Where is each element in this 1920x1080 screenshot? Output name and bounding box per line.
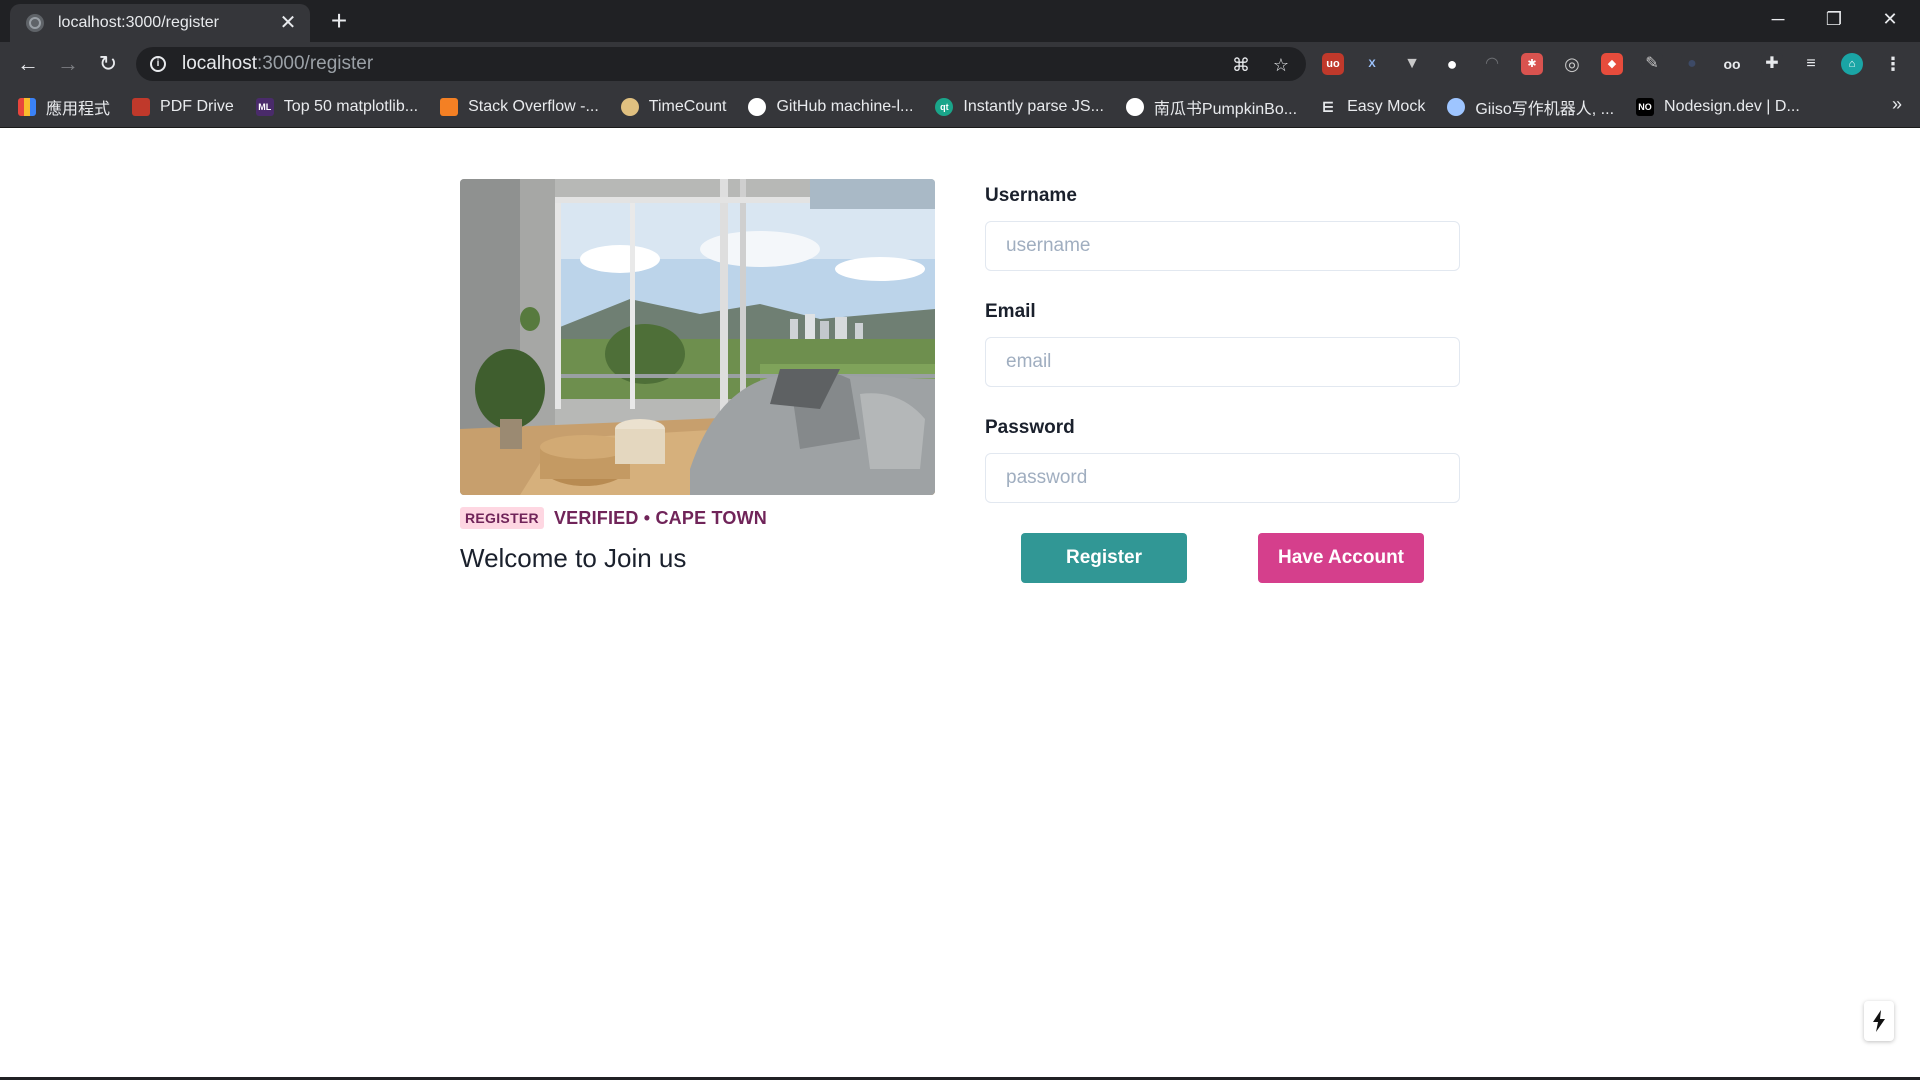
- bookmark-apps[interactable]: 應用程式: [18, 92, 118, 122]
- bookmark-label: PDF Drive: [160, 97, 234, 115]
- tab-close-icon[interactable]: ✕: [278, 13, 298, 33]
- browser-tab[interactable]: localhost:3000/register ✕: [10, 4, 310, 42]
- username-group: Username: [985, 185, 1460, 271]
- giiso-icon: [1447, 97, 1466, 116]
- location-text: VERIFIED • CAPE TOWN: [553, 507, 767, 528]
- tab-title: localhost:3000/register: [58, 14, 219, 31]
- back-icon[interactable]: ←: [14, 50, 42, 78]
- bookmark-parse-json[interactable]: qt Instantly parse JS...: [935, 92, 1112, 122]
- reload-icon[interactable]: ↻: [94, 50, 122, 78]
- register-button[interactable]: Register: [1021, 533, 1187, 583]
- bookmark-label: 南瓜书PumpkinBo...: [1153, 100, 1298, 118]
- bookmark-label: Top 50 matplotlib...: [283, 97, 419, 115]
- pen-icon[interactable]: ✎: [1641, 53, 1663, 75]
- bookmark-label: TimeCount: [648, 97, 727, 115]
- dice-icon[interactable]: ◆: [1601, 53, 1623, 75]
- bookmark-github[interactable]: GitHub machine-l...: [748, 92, 921, 122]
- username-label: Username: [985, 185, 1077, 206]
- headphones-icon[interactable]: ◠: [1481, 53, 1503, 75]
- bookmark-pdf-drive[interactable]: PDF Drive: [132, 92, 242, 122]
- timecount-icon: [620, 97, 639, 116]
- profile-avatar-icon[interactable]: ⌂: [1841, 53, 1863, 75]
- bookmark-label: Easy Mock: [1347, 97, 1426, 115]
- github-icon: [748, 97, 767, 116]
- form-actions: Register Have Account: [985, 533, 1460, 583]
- circle-extension-icon[interactable]: ●: [1441, 53, 1463, 75]
- vue-devtools-icon[interactable]: ▼: [1401, 53, 1423, 75]
- url-host: localhost: [182, 53, 257, 74]
- nodesign-icon: NO: [1636, 97, 1655, 116]
- bookmark-matplotlib[interactable]: ML Top 50 matplotlib...: [255, 92, 426, 122]
- reading-list-icon[interactable]: ≡: [1800, 53, 1822, 75]
- bookmark-stackoverflow[interactable]: Stack Overflow -...: [440, 92, 607, 122]
- target-icon[interactable]: ◎: [1561, 53, 1583, 75]
- red-extension-icon[interactable]: ✱: [1521, 53, 1543, 75]
- address-bar[interactable]: i localhost:3000/register ⌘ ☆: [136, 47, 1306, 81]
- x-extension-icon[interactable]: X: [1361, 53, 1383, 75]
- email-group: Email: [985, 301, 1460, 387]
- owl-icon[interactable]: oo: [1721, 53, 1743, 75]
- register-form: Username Email Password Register Have Ac…: [985, 185, 1460, 583]
- stackoverflow-icon: [440, 97, 459, 116]
- bookmarks-bar: 應用程式 PDF Drive ML Top 50 matplotlib... S…: [0, 86, 1920, 128]
- browser-toolbar: ← → ↻ i localhost:3000/register ⌘ ☆: [0, 42, 1920, 86]
- minimize-icon[interactable]: ─: [1750, 0, 1806, 38]
- bookmark-label: Nodesign.dev | D...: [1664, 97, 1800, 115]
- lightning-bolt-icon[interactable]: [1864, 1001, 1894, 1041]
- qt-icon: qt: [935, 97, 954, 116]
- username-input[interactable]: [985, 221, 1460, 271]
- tab-strip: localhost:3000/register ✕ + ─ ❐ ✕: [0, 0, 1920, 42]
- bookmark-star-icon[interactable]: ☆: [1270, 54, 1292, 76]
- page-favicon-icon: [26, 14, 44, 32]
- url-path: :3000/register: [257, 53, 374, 74]
- welcome-heading: Welcome to Join us: [460, 543, 687, 573]
- apps-grid-icon: [18, 97, 36, 116]
- bookmark-easy-mock[interactable]: ⋿ Easy Mock: [1319, 92, 1433, 122]
- bookmark-pumpkinbook[interactable]: 南瓜书PumpkinBo...: [1125, 92, 1305, 122]
- password-label: Password: [985, 417, 1075, 438]
- living-room-photo: [460, 179, 935, 495]
- bookmark-label: 應用程式: [46, 100, 111, 118]
- window-close-icon[interactable]: ✕: [1862, 0, 1918, 38]
- bookmark-label: Stack Overflow -...: [468, 97, 599, 115]
- pdf-drive-icon: [132, 97, 151, 116]
- page-content: REGISTER VERIFIED • CAPE TOWN Welcome to…: [0, 128, 1920, 1080]
- restore-icon[interactable]: ❐: [1806, 0, 1862, 38]
- listing-meta: REGISTER VERIFIED • CAPE TOWN: [460, 507, 935, 529]
- register-badge: REGISTER: [460, 507, 544, 529]
- email-input[interactable]: [985, 337, 1460, 387]
- welcome-card: REGISTER VERIFIED • CAPE TOWN Welcome to…: [460, 179, 935, 574]
- forward-icon[interactable]: →: [54, 50, 82, 78]
- bookmark-label: Giiso写作机器人, ...: [1475, 100, 1615, 118]
- bookmark-label: GitHub machine-l...: [776, 97, 914, 115]
- new-tab-icon[interactable]: +: [323, 6, 355, 38]
- easy-mock-icon: ⋿: [1321, 98, 1335, 115]
- extensions-puzzle-icon[interactable]: ✚: [1761, 53, 1783, 75]
- bookmarks-overflow-icon[interactable]: »: [1892, 94, 1902, 115]
- password-input[interactable]: [985, 453, 1460, 503]
- ublock-icon[interactable]: uo: [1322, 53, 1344, 75]
- bookmark-giiso[interactable]: Giiso写作机器人, ...: [1447, 92, 1622, 122]
- email-label: Email: [985, 301, 1036, 322]
- blue-extension-icon[interactable]: ●: [1681, 53, 1703, 75]
- have-account-button[interactable]: Have Account: [1258, 533, 1424, 583]
- bookmark-timecount[interactable]: TimeCount: [620, 92, 735, 122]
- menu-kebab-icon[interactable]: ⋮: [1882, 53, 1904, 75]
- translate-icon[interactable]: ⌘: [1230, 54, 1252, 76]
- globe-icon: [1125, 97, 1144, 116]
- ml-icon: ML: [255, 97, 274, 116]
- site-info-icon[interactable]: i: [150, 56, 166, 72]
- bookmark-label: Instantly parse JS...: [963, 97, 1104, 115]
- password-group: Password: [985, 417, 1460, 503]
- bookmark-nodesign[interactable]: NO Nodesign.dev | D...: [1636, 92, 1808, 122]
